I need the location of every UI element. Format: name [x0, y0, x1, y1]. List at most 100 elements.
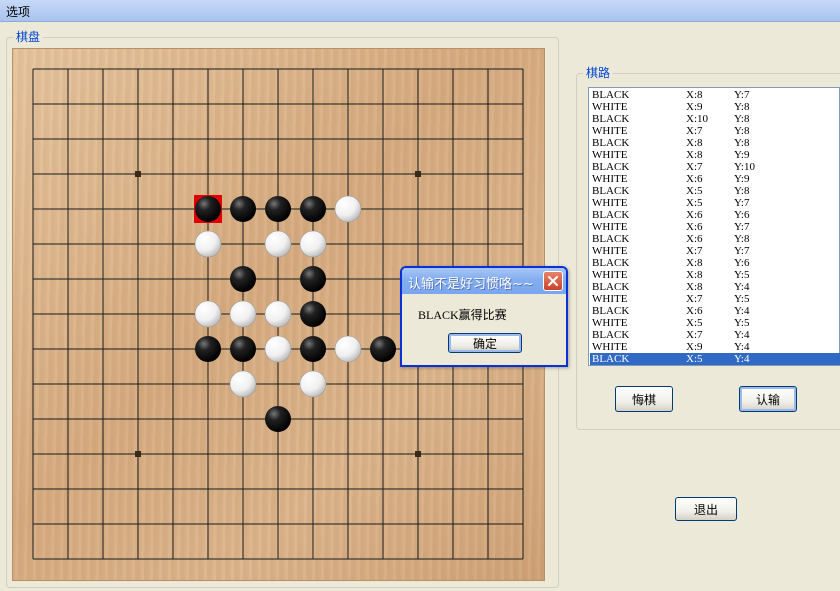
move-color: BLACK [592, 329, 630, 341]
move-color: BLACK [592, 161, 630, 173]
move-list-item[interactable]: WHITE X:5 Y:5 [590, 317, 840, 329]
move-y: Y:6 [734, 257, 750, 269]
move-y: Y:8 [734, 233, 750, 245]
resign-button[interactable]: 认输 [739, 386, 797, 412]
move-color: WHITE [592, 341, 628, 353]
move-list-item[interactable]: BLACK X:6 Y:8 [590, 233, 840, 245]
move-y: Y:8 [734, 185, 750, 197]
white-stone [194, 300, 222, 328]
move-list-item[interactable]: BLACK X:8 Y:4 [590, 281, 840, 293]
move-color: WHITE [592, 149, 628, 161]
result-dialog: 认输不是好习惯咯~~ BLACK赢得比赛 确定 [400, 266, 568, 367]
move-y: Y:6 [734, 209, 750, 221]
dialog-ok-button[interactable]: 确定 [448, 333, 522, 353]
undo-button[interactable]: 悔棋 [615, 386, 673, 412]
move-history-list[interactable]: BLACK X:8 Y:7 WHITE X:9 Y:8 BLACK X:10 Y:8 WHITE X… [588, 87, 840, 366]
move-y: Y:7 [734, 197, 750, 209]
move-color: WHITE [592, 125, 628, 137]
move-list-item[interactable]: WHITE X:8 Y:5 [590, 269, 840, 281]
dialog-message: BLACK赢得比赛 [418, 308, 507, 322]
move-color: WHITE [592, 317, 628, 329]
move-y: Y:5 [734, 269, 750, 281]
move-x: X:7 [686, 329, 703, 341]
move-list-item[interactable]: WHITE X:7 Y:7 [590, 245, 840, 257]
black-stone [300, 196, 326, 222]
move-x: X:8 [686, 281, 703, 293]
black-stone [230, 196, 256, 222]
move-x: X:10 [686, 113, 708, 125]
close-icon [548, 276, 558, 286]
star-point [135, 171, 141, 177]
move-list-item[interactable]: BLACK X:8 Y:6 [590, 257, 840, 269]
move-x: X:9 [686, 101, 703, 113]
move-y: Y:8 [734, 125, 750, 137]
dialog-title-bar[interactable]: 认输不是好习惯咯~~ [402, 268, 566, 294]
move-color: BLACK [592, 281, 630, 293]
move-list-item[interactable]: WHITE X:5 Y:7 [590, 197, 840, 209]
move-x: X:5 [686, 197, 703, 209]
move-list-item[interactable]: BLACK X:6 Y:6 [590, 209, 840, 221]
move-x: X:8 [686, 137, 703, 149]
move-x: X:5 [686, 353, 703, 365]
black-stone [300, 301, 326, 327]
move-list-item[interactable]: BLACK X:6 Y:4 [590, 305, 840, 317]
move-list-item[interactable]: BLACK X:7 Y:10 [590, 161, 840, 173]
move-x: X:8 [686, 269, 703, 281]
move-x: X:7 [686, 161, 703, 173]
move-color: BLACK [592, 185, 630, 197]
move-list-item[interactable]: WHITE X:6 Y:7 [590, 221, 840, 233]
move-x: X:5 [686, 185, 703, 197]
star-point [135, 451, 141, 457]
move-color: WHITE [592, 245, 628, 257]
move-list-item[interactable]: WHITE X:8 Y:9 [590, 149, 840, 161]
dialog-close-button[interactable] [543, 271, 563, 291]
dialog-title: 认输不是好习惯咯~~ [408, 277, 534, 292]
menu-options[interactable]: 选项 [6, 3, 30, 20]
move-color: BLACK [592, 353, 630, 365]
white-stone [264, 300, 292, 328]
move-y: Y:8 [734, 137, 750, 149]
star-point [415, 451, 421, 457]
move-color: BLACK [592, 233, 630, 245]
move-y: Y:5 [734, 293, 750, 305]
move-color: BLACK [592, 209, 630, 221]
black-stone [230, 266, 256, 292]
move-list-item[interactable]: BLACK X:8 Y:8 [590, 137, 840, 149]
white-stone [229, 300, 257, 328]
move-y: Y:4 [734, 329, 750, 341]
move-list-item[interactable]: WHITE X:9 Y:4 [590, 341, 840, 353]
move-list-item[interactable]: WHITE X:7 Y:5 [590, 293, 840, 305]
black-stone [265, 196, 291, 222]
move-y: Y:5 [734, 317, 750, 329]
move-color: WHITE [592, 101, 628, 113]
move-list-item[interactable]: WHITE X:7 Y:8 [590, 125, 840, 137]
move-list-item[interactable]: BLACK X:8 Y:7 [590, 89, 840, 101]
black-stone [265, 406, 291, 432]
move-list-item[interactable]: WHITE X:9 Y:8 [590, 101, 840, 113]
move-list-item[interactable]: BLACK X:10 Y:8 [590, 113, 840, 125]
move-y: Y:9 [734, 173, 750, 185]
move-list-item[interactable]: BLACK X:5 Y:8 [590, 185, 840, 197]
move-y: Y:10 [734, 161, 755, 173]
move-color: BLACK [592, 89, 630, 101]
move-list-item[interactable]: BLACK X:5 Y:4 [590, 353, 840, 365]
star-point [415, 171, 421, 177]
move-x: X:7 [686, 245, 703, 257]
move-list-item[interactable]: BLACK X:7 Y:4 [590, 329, 840, 341]
menu-bar: 选项 [0, 0, 840, 22]
move-color: BLACK [592, 257, 630, 269]
white-stone [229, 370, 257, 398]
move-y: Y:4 [734, 305, 750, 317]
black-stone [300, 266, 326, 292]
white-stone [264, 335, 292, 363]
white-stone [264, 230, 292, 258]
move-list-item[interactable]: WHITE X:6 Y:9 [590, 173, 840, 185]
move-x: X:8 [686, 149, 703, 161]
exit-button[interactable]: 退出 [675, 497, 737, 521]
move-y: Y:8 [734, 101, 750, 113]
black-stone [230, 336, 256, 362]
move-x: X:6 [686, 173, 703, 185]
white-stone [299, 230, 327, 258]
black-stone [370, 336, 396, 362]
white-stone [334, 195, 362, 223]
